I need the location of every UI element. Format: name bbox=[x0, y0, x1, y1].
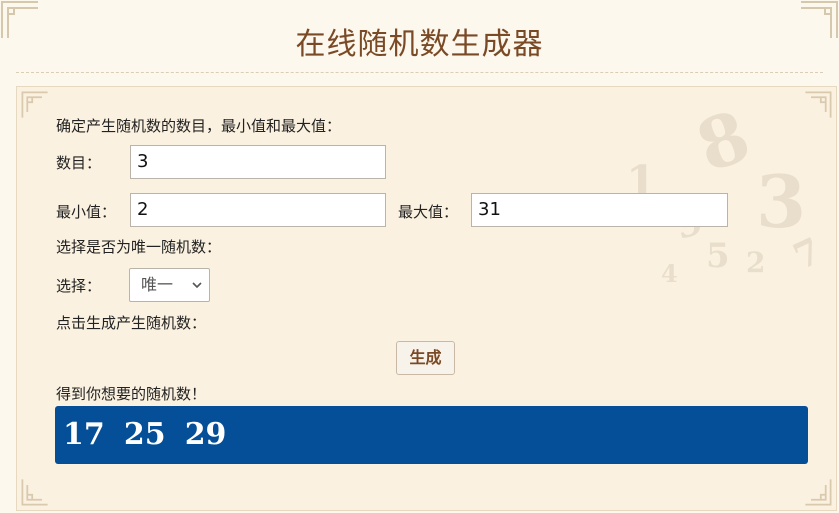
svg-text:2: 2 bbox=[746, 246, 765, 279]
svg-text:8: 8 bbox=[686, 94, 760, 189]
select-label: 选择： bbox=[56, 277, 102, 295]
svg-text:5: 5 bbox=[706, 236, 730, 276]
min-input[interactable]: 2 bbox=[130, 193, 386, 227]
chevron-down-icon bbox=[191, 269, 203, 301]
page-title: 在线随机数生成器 bbox=[295, 27, 544, 62]
result-box: 17 25 29 bbox=[55, 406, 808, 464]
header: 在线随机数生成器 bbox=[0, 0, 839, 72]
generator-panel: 8 3 9 5 2 7 1 4 确定产生随机数的数目，最小值和最大值： 数目： … bbox=[16, 86, 837, 511]
unique-prompt: 选择是否为唯一随机数： bbox=[56, 238, 222, 256]
max-input[interactable]: 31 bbox=[471, 193, 728, 227]
title-divider bbox=[16, 72, 823, 73]
ornament-corner-icon bbox=[21, 478, 49, 506]
count-input[interactable]: 3 bbox=[130, 145, 386, 179]
intro-text: 确定产生随机数的数目，最小值和最大值： bbox=[56, 117, 342, 135]
min-label: 最小值： bbox=[56, 203, 117, 221]
result-prompt: 得到你想要的随机数！ bbox=[56, 385, 207, 403]
ornament-corner-icon bbox=[804, 478, 832, 506]
generate-button[interactable]: 生成 bbox=[396, 341, 455, 375]
numbers-watermark-icon: 8 3 9 5 2 7 1 4 bbox=[626, 94, 828, 288]
ornament-corner-icon bbox=[21, 91, 49, 119]
generate-prompt: 点击生成产生随机数： bbox=[56, 314, 207, 332]
svg-text:4: 4 bbox=[661, 259, 678, 288]
unique-select[interactable]: 唯一 bbox=[129, 268, 210, 302]
max-label: 最大值： bbox=[398, 203, 459, 221]
svg-text:3: 3 bbox=[756, 159, 806, 244]
unique-select-value: 唯一 bbox=[141, 275, 174, 294]
result-number: 29 bbox=[184, 417, 227, 452]
result-number: 17 bbox=[63, 417, 105, 452]
page: 在线随机数生成器 8 3 9 5 2 7 1 4 bbox=[0, 0, 839, 513]
svg-text:7: 7 bbox=[787, 230, 827, 279]
count-label: 数目： bbox=[56, 154, 102, 172]
result-number: 25 bbox=[123, 417, 166, 452]
